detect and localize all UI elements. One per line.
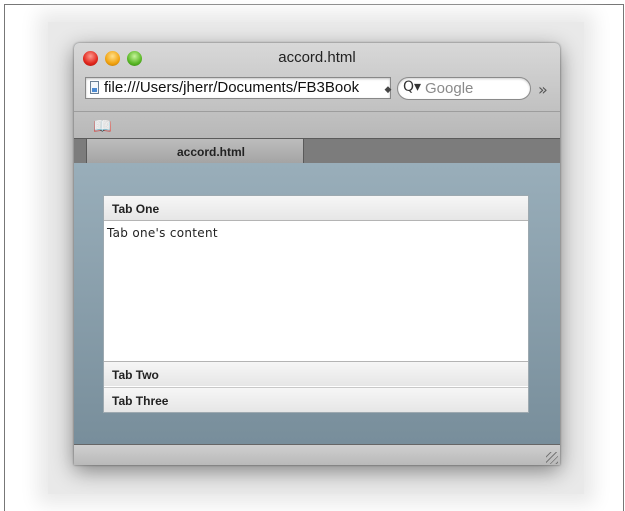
accordion-panel-text: Tab one's content xyxy=(107,226,218,240)
tab-accord-html[interactable]: accord.html xyxy=(86,139,304,163)
chevron-double-right-icon[interactable]: » xyxy=(538,80,548,99)
search-input[interactable] xyxy=(425,79,525,98)
bookmarks-bar: 📖 xyxy=(74,111,560,139)
page-icon xyxy=(90,81,99,94)
resize-grip-icon[interactable] xyxy=(546,452,558,464)
address-bar[interactable]: file:///Users/jherr/Documents/FB3Book xyxy=(85,77,391,99)
window-title: accord.html xyxy=(278,49,356,66)
tab-label: accord.html xyxy=(176,145,245,159)
address-dropdown-icon[interactable]: ◆ xyxy=(383,82,393,96)
bookmarks-book-icon[interactable]: 📖 xyxy=(93,117,112,135)
accordion-header-tab-one[interactable]: Tab One xyxy=(104,196,528,221)
accordion-panel-tab-one: Tab one's content xyxy=(104,221,528,361)
accordion: Tab One Tab one's content Tab Two Tab Th… xyxy=(103,195,529,413)
browser-window: accord.html file:///Users/jherr/Document… xyxy=(74,43,560,465)
search-icon[interactable]: Q▾ xyxy=(403,79,421,95)
status-bar xyxy=(74,444,560,465)
address-url[interactable]: file:///Users/jherr/Documents/FB3Book xyxy=(104,79,359,96)
accordion-header-tab-three[interactable]: Tab Three xyxy=(104,387,528,412)
search-field[interactable]: Q▾ xyxy=(397,77,531,100)
tab-bar: accord.html xyxy=(74,138,560,163)
accordion-header-tab-two[interactable]: Tab Two xyxy=(104,361,528,386)
